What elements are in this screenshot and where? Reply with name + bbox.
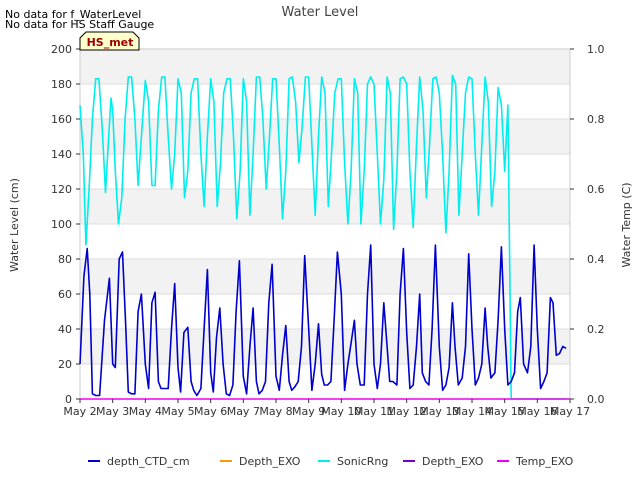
band-3 [80, 259, 570, 294]
legend-label-2: SonicRng [337, 455, 388, 468]
xtick-label-2: May 4 [129, 405, 162, 418]
y2tick-label-0: 0.0 [587, 393, 605, 406]
xtick-label-15: May 17 [550, 405, 590, 418]
water-level-chart: May 2 May 3 May 4 May 5 May 6 May 7 May 8 May 9… [5, 5, 633, 468]
y2tick-label-2: 0.4 [587, 253, 605, 266]
band-9 [80, 49, 570, 84]
legend-label-4: Temp_EXO [515, 455, 574, 468]
legend-label-0: depth_CTD_cm [107, 455, 190, 468]
xtick-label-3: May 5 [161, 405, 194, 418]
ytick-label-5: 100 [51, 218, 72, 231]
ytick-label-10: 200 [51, 43, 72, 56]
y2tick-label-4: 0.8 [587, 113, 605, 126]
xtick-label-5: May 7 [227, 405, 260, 418]
y2-axis-ticks: 0.0 0.2 0.4 0.6 0.8 1.0 [570, 43, 605, 406]
xtick-label-1: May 3 [96, 405, 129, 418]
ytick-label-6: 120 [51, 183, 72, 196]
y2tick-label-3: 0.6 [587, 183, 605, 196]
ytick-label-2: 40 [58, 323, 72, 336]
xtick-label-6: May 8 [259, 405, 292, 418]
ytick-label-4: 80 [58, 253, 72, 266]
ytick-label-1: 20 [58, 358, 72, 371]
ytick-label-0: 0 [65, 393, 72, 406]
chart-title: Water Level [282, 5, 359, 20]
ytick-label-7: 140 [51, 148, 72, 161]
x-axis-ticks: May 2 May 3 May 4 May 5 May 6 May 7 May 8 May 9… [63, 399, 590, 418]
legend-label-1: Depth_EXO [239, 455, 301, 468]
badge-label: HS_met [87, 36, 134, 49]
ytick-label-3: 60 [58, 288, 72, 301]
band-5 [80, 189, 570, 224]
y2-axis-label: Water Temp (C) [620, 182, 633, 267]
y2tick-label-5: 1.0 [587, 43, 605, 56]
ytick-label-9: 180 [51, 78, 72, 91]
xtick-label-0: May 2 [63, 405, 96, 418]
hs-met-badge: HS_met [79, 31, 140, 51]
y-axis-ticks: 0 20 40 60 80 100 120 140 160 180 200 [51, 43, 80, 406]
legend-label-3: Depth_EXO [422, 455, 484, 468]
y2tick-label-1: 0.2 [587, 323, 605, 336]
legend: depth_CTD_cm Depth_EXO SonicRng Depth_EXO Te… [88, 455, 574, 468]
ytick-label-8: 160 [51, 113, 72, 126]
xtick-label-4: May 6 [194, 405, 227, 418]
y-axis-label: Water Level (cm) [8, 178, 21, 272]
no-data-note-2: No data for HS Staff Gauge [5, 18, 154, 31]
